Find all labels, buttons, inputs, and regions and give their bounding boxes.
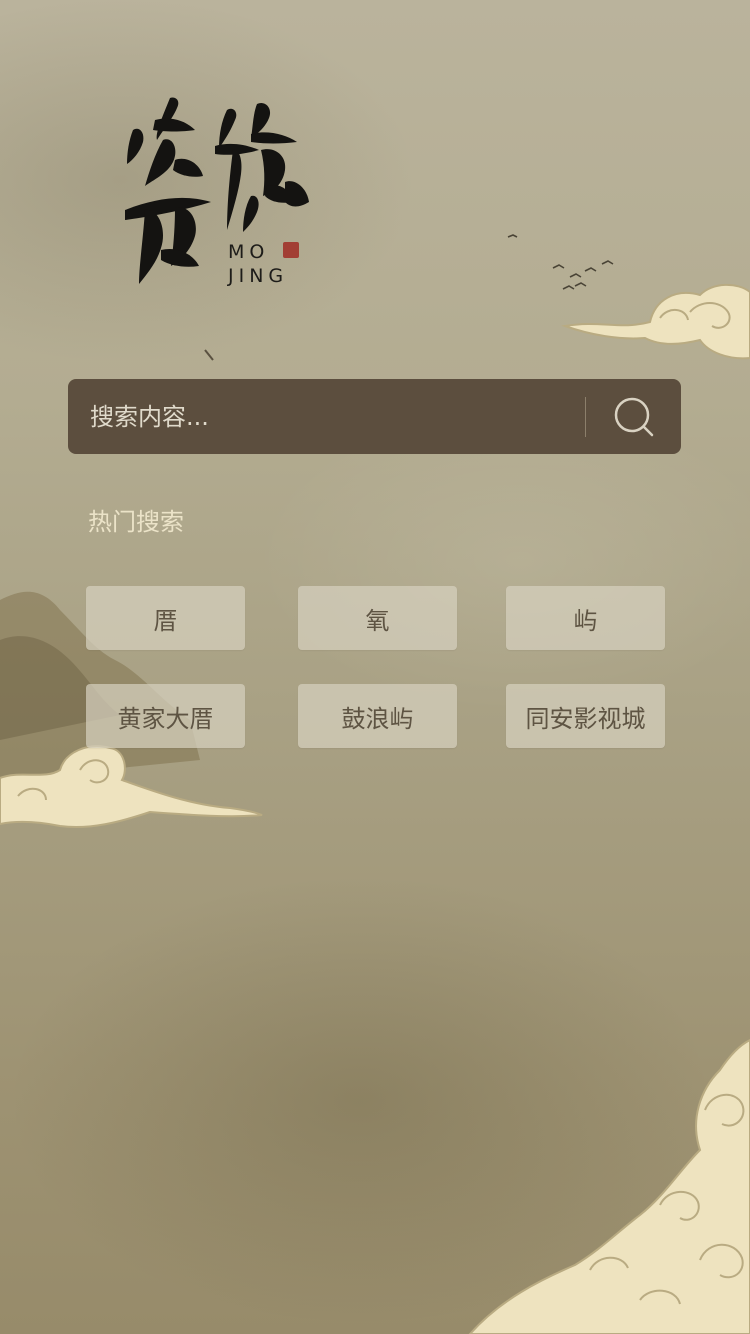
birds-decoration [507,234,614,290]
logo: MO JING [115,90,315,290]
hot-search-title: 热门搜索 [88,508,184,536]
search-bar [68,379,681,454]
logo-latin-line1: MO [228,241,270,263]
cloud-left [0,745,263,829]
hot-tag[interactable]: 鼓浪屿 [298,684,457,748]
hot-tag[interactable]: 同安影视城 [506,684,665,748]
search-icon [614,397,653,436]
background-art [0,234,750,1334]
hot-tag[interactable]: 氧 [298,586,457,650]
logo-latin-text: MO JING [228,240,288,288]
cloud-top-right [561,283,750,360]
search-input[interactable] [68,379,585,454]
hot-tag[interactable]: 黄家大厝 [86,684,245,748]
hot-tag[interactable]: 厝 [86,586,245,650]
hot-tag[interactable]: 屿 [506,586,665,650]
search-button[interactable] [586,379,681,454]
logo-latin-line2: JING [228,265,289,287]
cloud-bottom-right [468,1038,750,1334]
